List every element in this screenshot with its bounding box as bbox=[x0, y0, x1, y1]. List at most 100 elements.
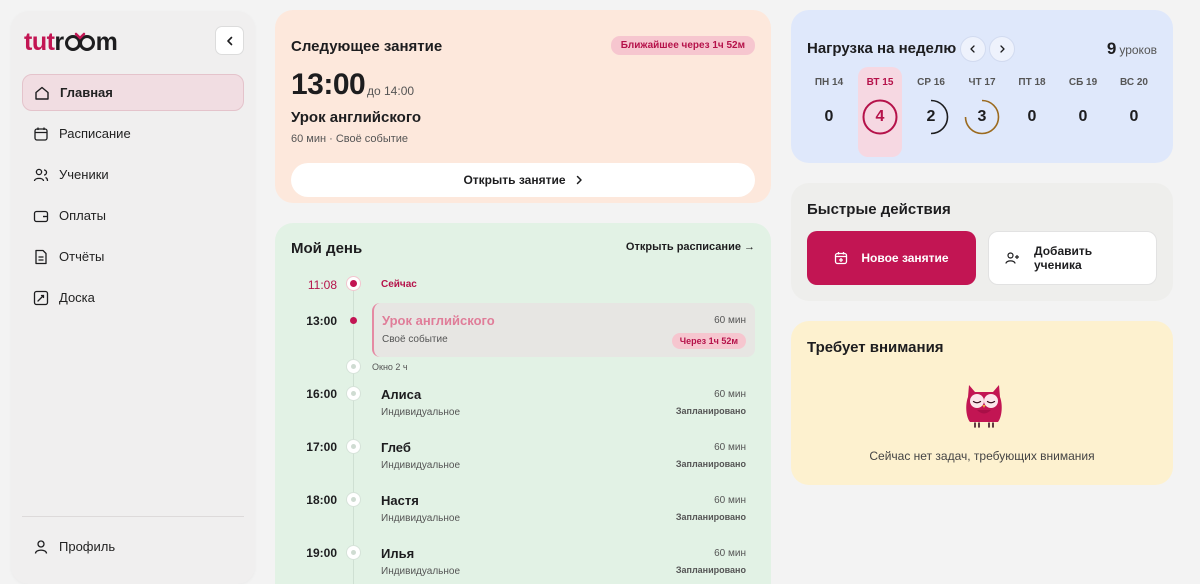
timeline-dot bbox=[346, 492, 361, 507]
weekly-total-unit: уроков bbox=[1119, 43, 1157, 57]
timeline-gap-label: Окно 2 ч bbox=[372, 362, 408, 372]
week-day-value: 0 bbox=[1013, 98, 1051, 136]
week-day-label: СР 16 bbox=[917, 77, 945, 88]
timeline-time: 19:00 bbox=[306, 546, 337, 560]
sidebar-item-schedule[interactable]: Расписание bbox=[22, 115, 244, 152]
user-plus-icon bbox=[1005, 251, 1020, 265]
next-lesson-card: Следующее занятие Ближайшее через 1ч 52м… bbox=[275, 10, 771, 203]
next-lesson-until: до 14:00 bbox=[367, 84, 415, 98]
sidebar-item-label: Доска bbox=[59, 290, 95, 305]
chevron-right-icon bbox=[575, 175, 583, 185]
week-day-value: 2 bbox=[912, 98, 950, 136]
week-day-label: ВС 20 bbox=[1120, 77, 1148, 88]
week-day-mon[interactable]: ПН 14 0 bbox=[807, 67, 851, 157]
student-name[interactable]: Илья bbox=[381, 546, 414, 561]
sidebar-item-reports[interactable]: Отчёты bbox=[22, 238, 244, 275]
new-lesson-label: Новое занятие bbox=[861, 251, 949, 265]
week-day-wed[interactable]: СР 16 2 bbox=[909, 67, 953, 157]
home-icon bbox=[33, 84, 50, 101]
attention-title: Требует внимания bbox=[807, 339, 944, 356]
week-day-thu[interactable]: ЧТ 17 3 bbox=[960, 67, 1004, 157]
timeline-dot bbox=[346, 386, 361, 401]
owl-mascot-icon bbox=[966, 385, 1002, 428]
week-day-sat[interactable]: СБ 19 0 bbox=[1061, 67, 1105, 157]
week-day-value: 0 bbox=[1115, 98, 1153, 136]
student-lesson-type: Индивидуальное bbox=[381, 460, 461, 471]
users-icon bbox=[32, 166, 49, 183]
student-lesson-status: Запланировано bbox=[675, 512, 746, 522]
next-lesson-title: Следующее занятие bbox=[291, 38, 443, 55]
sidebar-item-board[interactable]: Доска bbox=[22, 279, 244, 316]
week-day-label: ПТ 18 bbox=[1018, 77, 1046, 88]
weekly-total-value: 9 bbox=[1106, 39, 1117, 58]
logo: tut r m bbox=[24, 26, 118, 58]
add-student-button[interactable]: Добавить ученика bbox=[988, 231, 1157, 285]
student-lesson-status: Запланировано bbox=[675, 565, 746, 575]
week-prev-button[interactable] bbox=[960, 36, 986, 62]
next-lesson-meta: 60 мин · Своё событие bbox=[291, 133, 409, 145]
week-next-button[interactable] bbox=[989, 36, 1015, 62]
my-day-title: Мой день bbox=[291, 240, 363, 257]
timeline-lesson-badge: Через 1ч 52м bbox=[671, 333, 746, 349]
quick-actions-card: Быстрые действия Новое занятие Добавить у… bbox=[791, 183, 1173, 301]
collapse-sidebar-button[interactable] bbox=[215, 26, 244, 55]
chevron-left-icon bbox=[226, 36, 232, 45]
calendar-icon bbox=[32, 125, 49, 142]
sidebar-divider bbox=[22, 516, 244, 517]
week-day-count: 0 bbox=[1027, 108, 1037, 125]
my-day-card: Мой день Открыть расписание → 11:08 Сейч… bbox=[275, 223, 771, 584]
attention-card: Требует внимания Сейчас нет задач, требу… bbox=[791, 321, 1173, 485]
week-day-tue[interactable]: ВТ 15 4 bbox=[858, 67, 902, 157]
sidebar-nav: Главная Расписание Ученики Оплаты Отчёты… bbox=[22, 74, 244, 320]
sidebar-item-label: Отчёты bbox=[59, 249, 105, 264]
timeline-time: 18:00 bbox=[306, 493, 337, 507]
week-day-sun[interactable]: ВС 20 0 bbox=[1112, 67, 1156, 157]
timeline-time: 17:00 bbox=[306, 440, 337, 454]
document-icon bbox=[32, 248, 49, 265]
student-name[interactable]: Алиса bbox=[381, 387, 421, 402]
week-day-label: СБ 19 bbox=[1068, 77, 1098, 88]
open-schedule-link[interactable]: Открыть расписание → bbox=[626, 241, 755, 253]
week-day-label: ПН 14 bbox=[814, 77, 844, 88]
week-day-fri[interactable]: ПТ 18 0 bbox=[1010, 67, 1054, 157]
timeline-lesson-card[interactable]: Урок английского Своё событие 60 мин Чер… bbox=[372, 303, 755, 357]
student-lesson-duration: 60 мин bbox=[714, 389, 746, 400]
chevron-left-icon bbox=[970, 45, 975, 53]
student-lesson-type: Индивидуальное bbox=[381, 566, 461, 577]
sidebar-item-label: Профиль bbox=[59, 539, 116, 554]
student-lesson-type: Индивидуальное bbox=[381, 407, 461, 418]
student-lesson-status: Запланировано bbox=[675, 406, 746, 416]
student-lesson-status: Запланировано bbox=[675, 459, 746, 469]
open-lesson-label: Открыть занятие bbox=[463, 173, 566, 187]
logo-text-r: r bbox=[54, 27, 64, 56]
logo-eyes-icon bbox=[64, 31, 95, 53]
week-day-count: 0 bbox=[1078, 108, 1088, 125]
week-day-count: 3 bbox=[977, 108, 987, 125]
sidebar-item-profile[interactable]: Профиль bbox=[22, 528, 244, 565]
weekly-load-card: Нагрузка на неделю 9 уроков ПН 14 0 ВТ 15… bbox=[791, 10, 1173, 163]
new-lesson-button[interactable]: Новое занятие bbox=[807, 231, 976, 285]
sidebar-item-payments[interactable]: Оплаты bbox=[22, 197, 244, 234]
next-lesson-time: 13:00 bbox=[291, 68, 366, 101]
sidebar-item-label: Ученики bbox=[59, 167, 109, 182]
timeline-time: 13:00 bbox=[306, 314, 337, 328]
student-name[interactable]: Настя bbox=[381, 493, 419, 508]
timeline-lesson-sub: Своё событие bbox=[382, 334, 448, 345]
week-day-count: 2 bbox=[926, 108, 936, 125]
week-day-value: 0 bbox=[1064, 98, 1102, 136]
timeline-lesson-name: Урок английского bbox=[382, 313, 495, 328]
sidebar-item-students[interactable]: Ученики bbox=[22, 156, 244, 193]
week-day-count: 0 bbox=[824, 108, 834, 125]
add-student-label-line1: Добавить bbox=[1034, 243, 1093, 258]
sidebar-item-label: Оплаты bbox=[59, 208, 106, 223]
user-icon bbox=[32, 538, 49, 555]
student-lesson-duration: 60 мин bbox=[714, 495, 746, 506]
quick-actions-title: Быстрые действия bbox=[807, 201, 951, 218]
timeline-now-label: Сейчас bbox=[381, 279, 417, 290]
week-day-value: 4 bbox=[861, 98, 899, 136]
student-name[interactable]: Глеб bbox=[381, 440, 411, 455]
board-icon bbox=[32, 289, 49, 306]
timeline-dot bbox=[346, 545, 361, 560]
open-lesson-button[interactable]: Открыть занятие bbox=[291, 163, 755, 197]
sidebar-item-home[interactable]: Главная bbox=[22, 74, 244, 111]
